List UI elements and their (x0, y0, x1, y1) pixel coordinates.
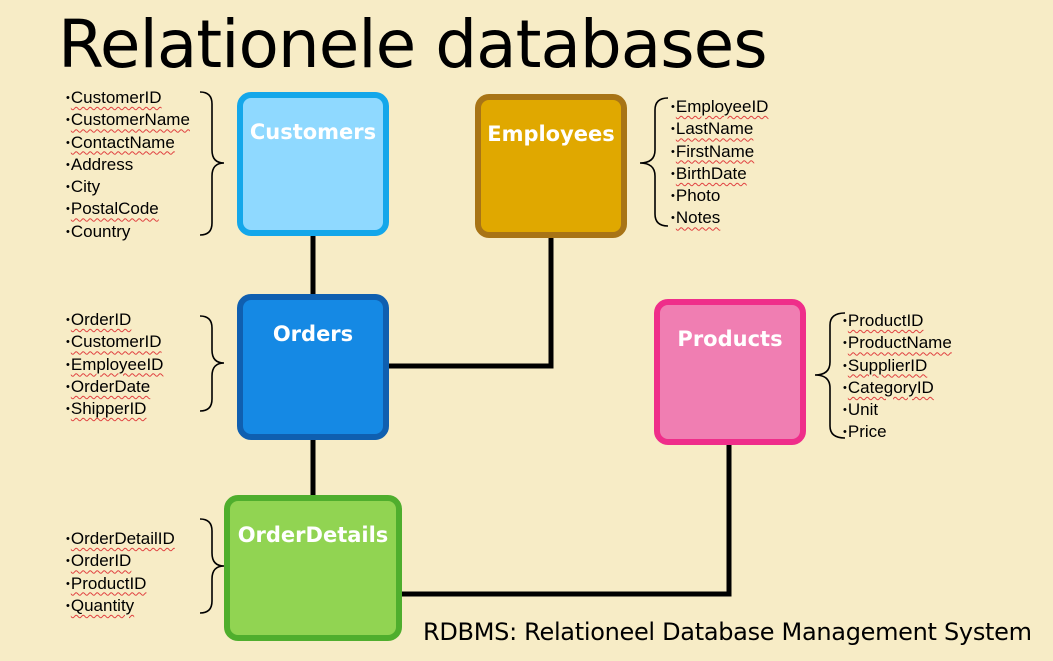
link-orders-employees (389, 238, 554, 369)
orders-table-box: Orders (237, 294, 389, 440)
field-item: City (66, 176, 190, 198)
field-item: BirthDate (671, 163, 768, 185)
field-item: Quantity (66, 595, 175, 617)
field-item: SupplierID (843, 355, 952, 377)
orders-table-name: Orders (272, 322, 354, 346)
field-item: ContactName (66, 132, 190, 154)
field-item: CustomerName (66, 109, 190, 131)
field-item: LastName (671, 118, 768, 140)
field-item: ProductName (843, 332, 952, 354)
customers-table-name: Customers (249, 120, 377, 144)
field-item: Address (66, 154, 190, 176)
field-item: EmployeeID (66, 354, 164, 376)
field-item: ShipperID (66, 398, 163, 420)
field-item: CustomerID (66, 331, 163, 353)
employees-table-name: Employees (487, 122, 615, 146)
field-item: OrderID (66, 550, 175, 572)
field-item: Photo (671, 185, 768, 207)
field-item: PostalCode (66, 198, 190, 220)
field-item: OrderDate (66, 376, 163, 398)
brace-orders (199, 315, 225, 412)
products-table-box: Products (654, 299, 806, 445)
employees-field-list: EmployeeID LastName FirstName BirthDate … (671, 96, 769, 230)
link-orderdetails-products (402, 445, 732, 597)
field-item: CategoryID (843, 377, 952, 399)
products-table-name: Products (677, 327, 783, 351)
orderdetails-field-list: OrderDetailID OrderID ProductID Quantity (66, 528, 175, 617)
footer-caption: RDBMS: Relationeel Database Management S… (423, 618, 1032, 646)
field-item: EmployeeID (671, 96, 769, 118)
field-item: Price (843, 421, 952, 443)
brace-customers (199, 91, 225, 236)
field-item: Notes (671, 207, 768, 229)
field-item: ProductID (66, 573, 175, 595)
customers-table-box: Customers (237, 92, 389, 236)
orderdetails-table-box: OrderDetails (224, 495, 402, 641)
brace-orderdetails (199, 518, 225, 614)
brace-products (814, 312, 846, 439)
field-item: CustomerID (66, 87, 190, 109)
brace-employees (639, 97, 669, 227)
field-item: OrderDetailID (66, 528, 175, 550)
field-item: Country (66, 221, 190, 243)
field-item: Unit (843, 399, 952, 421)
employees-table-box: Employees (475, 94, 627, 238)
products-field-list: ProductID ProductName SupplierID Categor… (843, 310, 952, 444)
field-item: OrderID (66, 309, 163, 331)
field-item: ProductID (843, 310, 952, 332)
field-item: FirstName (671, 141, 768, 163)
customers-field-list: CustomerID CustomerName ContactName Addr… (66, 87, 190, 243)
orderdetails-table-name: OrderDetails (237, 523, 389, 547)
orders-field-list: OrderID CustomerID EmployeeID OrderDate … (66, 309, 164, 420)
